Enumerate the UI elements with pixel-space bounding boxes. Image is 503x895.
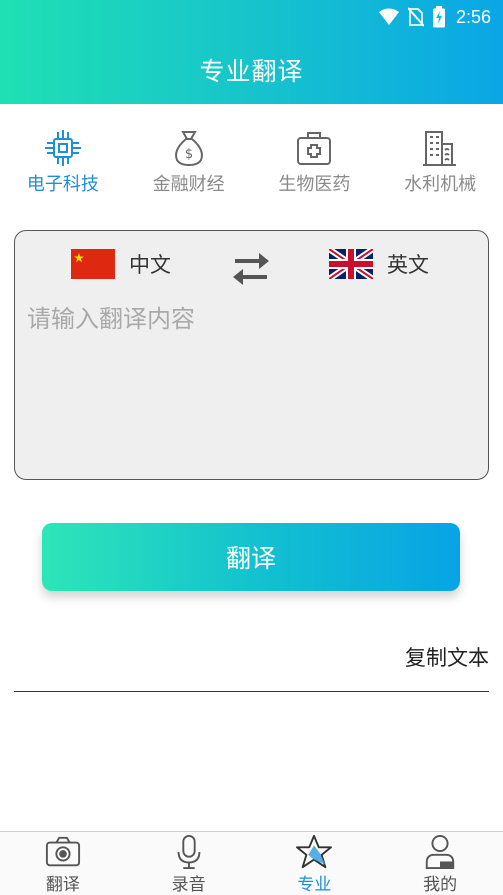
tab-label: 录音 xyxy=(171,875,206,895)
category-biomedicine[interactable]: 生物医药 xyxy=(252,128,378,198)
category-electronics[interactable]: 电子科技 xyxy=(0,128,126,198)
medical-kit-icon xyxy=(297,132,332,165)
target-language-label: 英文 xyxy=(387,253,429,277)
wifi-icon xyxy=(378,8,399,25)
circuit-chip-icon xyxy=(44,130,81,166)
tab-label: 专业 xyxy=(297,875,332,895)
camera-icon xyxy=(45,836,80,867)
language-selector-row: 中文 英文 xyxy=(15,245,488,287)
target-language[interactable]: 英文 xyxy=(329,249,429,279)
tab-mine[interactable]: 我的 xyxy=(377,832,503,895)
no-sim-icon xyxy=(407,7,424,27)
category-label: 水利机械 xyxy=(404,174,477,195)
building-icon xyxy=(423,131,457,166)
tab-label: 我的 xyxy=(423,875,458,895)
category-label: 电子科技 xyxy=(26,174,99,195)
uk-flag-icon xyxy=(329,249,373,279)
bottom-tab-bar: 翻译 录音 专业 我的 xyxy=(0,831,503,895)
source-language-label: 中文 xyxy=(129,253,171,277)
category-label: 金融财经 xyxy=(152,174,225,195)
app-header: 2:56 专业翻译 xyxy=(0,0,503,104)
category-label: 生物医药 xyxy=(278,174,351,195)
category-hydraulic[interactable]: 水利机械 xyxy=(377,128,503,198)
tab-record[interactable]: 录音 xyxy=(126,832,252,895)
source-text-input[interactable] xyxy=(27,299,475,469)
tab-professional[interactable]: 专业 xyxy=(252,832,378,895)
swap-languages-icon[interactable] xyxy=(229,245,273,289)
battery-charging-icon xyxy=(432,6,445,28)
category-bar: 电子科技 $ 金融财经 生物医药 水利机械 xyxy=(0,128,503,198)
copy-text-button[interactable]: 复制文本 xyxy=(405,642,489,672)
svg-text:$: $ xyxy=(184,147,192,162)
microphone-icon xyxy=(177,834,200,870)
china-flag-icon xyxy=(71,249,115,279)
tab-label: 翻译 xyxy=(45,875,80,895)
category-finance[interactable]: $ 金融财经 xyxy=(126,128,252,198)
status-bar: 2:56 xyxy=(378,4,491,30)
page-title: 专业翻译 xyxy=(199,57,304,86)
source-language[interactable]: 中文 xyxy=(71,249,171,279)
star-icon xyxy=(296,834,333,869)
translate-button[interactable]: 翻译 xyxy=(42,523,460,591)
result-area: 复制文本 xyxy=(14,636,489,692)
money-bag-icon: $ xyxy=(174,131,203,167)
tab-translate[interactable]: 翻译 xyxy=(0,832,126,895)
person-icon xyxy=(425,834,455,870)
status-time: 2:56 xyxy=(455,6,491,27)
translation-input-card: 中文 英文 xyxy=(14,230,489,480)
